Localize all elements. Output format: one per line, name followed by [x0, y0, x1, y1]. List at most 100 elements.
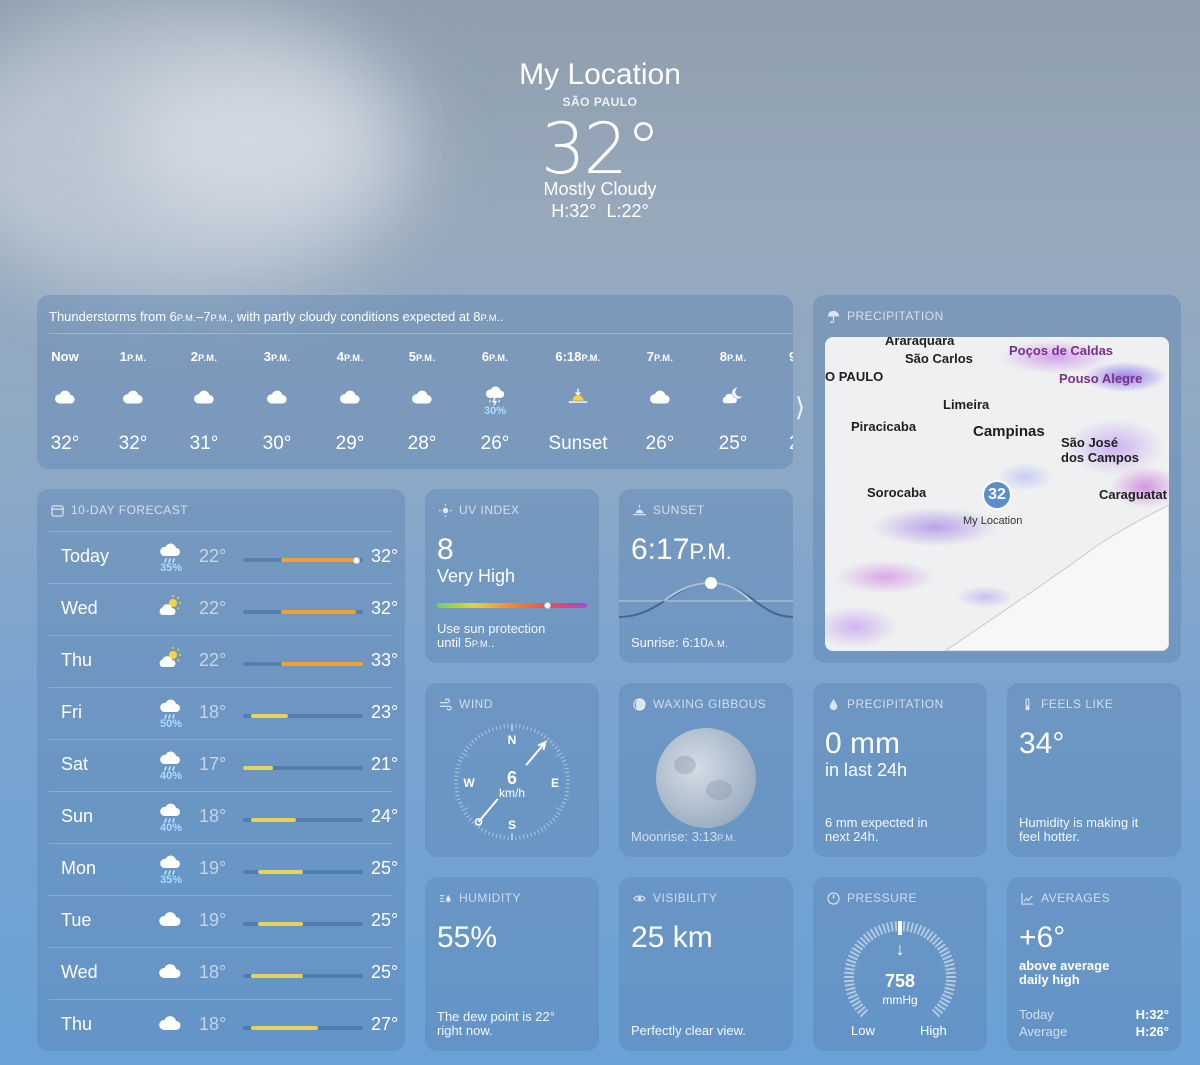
forecast-row[interactable]: Tue 19° 25°	[49, 895, 398, 947]
cloud-icon	[265, 385, 289, 409]
map-place-label: O PAULO	[825, 369, 884, 384]
map-place-label: Poços de Caldas	[1009, 343, 1114, 358]
rain-icon	[157, 542, 183, 564]
averages-tile[interactable]: AVERAGES +6° above average daily high Tod…	[1007, 877, 1181, 1051]
moon-phase-tile[interactable]: WAXING GIBBOUS Moonrise: 3:13P.M.	[619, 683, 793, 857]
hourly-summary: Thunderstorms from 6P.M.–7P.M., with par…	[49, 309, 504, 324]
high-temp: 25°	[371, 910, 399, 930]
calendar-icon	[51, 504, 64, 517]
low-temp: 22°	[199, 546, 227, 566]
hour-temp: 28°	[407, 433, 437, 454]
sun-marker	[705, 577, 717, 589]
rain-icon	[157, 802, 183, 824]
high-temp: 33°	[371, 650, 399, 670]
averages-table: Today H:32° Average H:26°	[1019, 1007, 1169, 1039]
condition-text: Mostly Cloudy	[543, 179, 657, 199]
map-place-label: São José	[1061, 435, 1119, 450]
precip-chance: 30%	[483, 405, 507, 417]
pressure-value: 758	[884, 971, 916, 991]
cloud-icon	[157, 1010, 183, 1032]
forecast-row[interactable]: Fri 50% 18° 23°	[49, 687, 398, 739]
location-marker-label: My Location	[963, 515, 1023, 527]
day-name: Wed	[61, 962, 98, 982]
forecast-row[interactable]: Wed 22° 32°	[49, 583, 398, 635]
sunset-tile[interactable]: SUNSET 6:17P.M. Sunrise: 6:10A.M.	[619, 489, 793, 663]
location-title: My Location	[519, 58, 681, 91]
rain-icon	[157, 854, 183, 876]
uv-gauge	[437, 602, 587, 609]
forecast-row[interactable]: Thu 18° 27°	[49, 999, 398, 1051]
day-name: Sun	[61, 806, 94, 826]
cloud-icon	[338, 385, 362, 409]
uv-index-tile[interactable]: UV INDEX 8 Very High Use sun protection u…	[425, 489, 599, 663]
feels-like-tile[interactable]: FEELS LIKE 34° Humidity is making it feel…	[1007, 683, 1181, 857]
divider	[49, 333, 793, 334]
thermometer-icon	[1025, 697, 1030, 710]
hour-time: 5P.M.	[408, 349, 436, 364]
low-temp: 18°	[199, 806, 227, 826]
temp-range-bar	[243, 974, 363, 978]
high-temp: 23°	[371, 702, 399, 722]
map-place-label: dos Campos	[1061, 450, 1140, 465]
forecast-row[interactable]: Mon 35% 19° 25°	[49, 843, 398, 895]
cloud-icon	[53, 385, 77, 409]
sunset-icon	[566, 385, 590, 409]
forecast-row[interactable]: Today 35% 22° 32°	[49, 531, 398, 583]
low-temp: 18°	[199, 702, 227, 722]
low-temp: 18°	[199, 962, 227, 982]
temp-range-bar	[243, 714, 363, 718]
hour-temp: 31°	[189, 433, 219, 454]
raindrop-icon	[829, 698, 838, 710]
chevron-right-icon[interactable]: ⟩	[795, 392, 805, 423]
map-place-label: São Carlos	[905, 351, 973, 366]
feels-like-note: Humidity is making it feel hotter.	[1019, 815, 1139, 844]
svg-text:N: N	[508, 733, 517, 747]
temp-range-bar	[243, 870, 363, 874]
cloud-icon	[157, 958, 183, 980]
svg-text:E: E	[551, 776, 559, 790]
hour-temp: 32°	[118, 433, 148, 454]
wind-unit: km/h	[498, 786, 525, 800]
precipitation-tile[interactable]: PRECIPITATION 0 mm in last 24h 6 mm expe…	[813, 683, 987, 857]
hour-time: 7P.M.	[646, 349, 674, 364]
hour-time: 2P.M.	[190, 349, 218, 364]
forecast-row[interactable]: Sun 40% 18° 24°	[49, 791, 398, 843]
partly-cloudy-night-icon	[721, 385, 745, 409]
uv-indicator	[543, 602, 551, 609]
uv-note: Use sun protection until 5P.M..	[437, 621, 546, 650]
temp-range-bar	[243, 662, 363, 666]
hour-time: Now	[51, 349, 79, 364]
down-arrow-icon: ↓	[895, 939, 905, 959]
forecast-row[interactable]: Thu 22° 33°	[49, 635, 398, 687]
averages-note: above average daily high	[1019, 958, 1110, 987]
temp-range-bar	[243, 766, 363, 770]
forecast-row[interactable]: Wed 18° 25°	[49, 947, 398, 999]
forecast-row[interactable]: Sat 40% 17° 21°	[49, 739, 398, 791]
ten-day-forecast-tile[interactable]: 10-DAY FORECAST Today 35% 22° 32° Wed 22° 32° T…	[37, 489, 405, 1051]
high-temp: 21°	[371, 754, 399, 774]
day-name: Fri	[61, 702, 82, 722]
visibility-tile[interactable]: VISIBILITY 25 km Perfectly clear view.	[619, 877, 793, 1051]
location-marker[interactable]: 32	[982, 480, 1012, 510]
svg-text:S: S	[508, 818, 516, 832]
sun-icon	[439, 503, 452, 517]
hour-time: 8P.M.	[719, 349, 747, 364]
hour-time: 1P.M.	[119, 349, 147, 364]
moon-image	[656, 728, 756, 828]
wind-tile[interactable]: WIND NESW 6 km/h	[425, 683, 599, 857]
low-temp: 22°	[199, 650, 227, 670]
visibility-value: 25 km	[631, 921, 713, 954]
humidity-tile[interactable]: HUMIDITY 55% The dew point is 22° right n…	[425, 877, 599, 1051]
hour-time: 6:18P.M.	[555, 349, 601, 364]
temp-range-bar	[243, 1026, 363, 1030]
high-temp: 32°	[371, 546, 399, 566]
umbrella-icon	[827, 310, 840, 323]
uv-level: Very High	[437, 566, 516, 586]
high-temp: 25°	[371, 858, 399, 878]
precipitation-map-tile[interactable]: PRECIPITATION Araraquara São Carlos Poços …	[813, 295, 1181, 663]
precipitation-map[interactable]: Araraquara São Carlos Poços de Caldas O PAU…	[825, 337, 1169, 651]
low-temp: 19°	[199, 858, 227, 878]
partly-sunny-icon	[157, 594, 183, 616]
pressure-tile[interactable]: PRESSURE ↓ 758 mmHg Low High	[813, 877, 987, 1051]
sunset-time: 6:17P.M.	[631, 533, 732, 566]
